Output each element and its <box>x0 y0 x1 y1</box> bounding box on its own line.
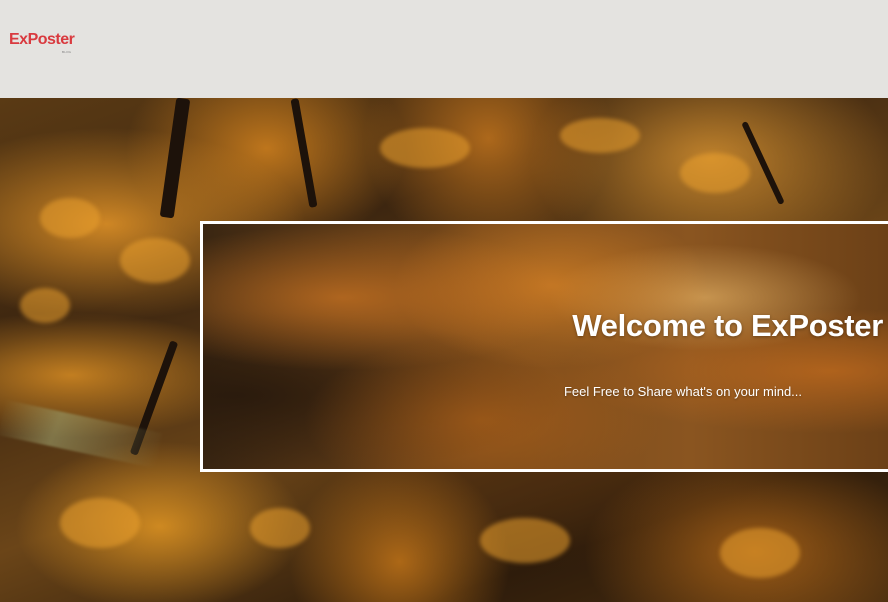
foliage <box>60 498 140 548</box>
tree-trunk <box>741 120 785 206</box>
foliage <box>380 128 470 168</box>
site-header: ExPoster BLOG <box>0 0 888 98</box>
site-logo-subtext: BLOG <box>62 50 72 54</box>
tree-trunk <box>290 98 318 208</box>
foliage <box>560 118 640 153</box>
foliage <box>40 198 100 238</box>
welcome-subtitle: Feel Free to Share what's on your mind..… <box>563 384 803 399</box>
welcome-banner: Welcome to ExPoster Feel Free to Share w… <box>200 221 888 472</box>
foliage <box>720 528 800 578</box>
foliage <box>250 508 310 548</box>
foliage <box>120 238 190 283</box>
foliage <box>20 288 70 323</box>
welcome-title: Welcome to ExPoster <box>572 308 883 343</box>
foliage <box>480 518 570 563</box>
tree-trunk <box>159 98 191 219</box>
site-logo[interactable]: ExPoster <box>9 31 75 49</box>
foliage <box>680 153 750 193</box>
fern-frond <box>0 399 162 469</box>
